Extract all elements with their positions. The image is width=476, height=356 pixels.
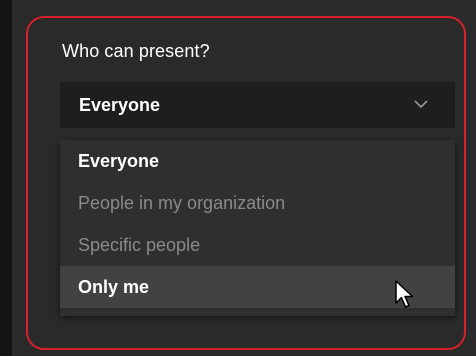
- presenter-dropdown[interactable]: Everyone: [60, 82, 455, 128]
- chevron-down-icon[interactable]: [413, 96, 429, 112]
- menu-item-people-in-my-organization[interactable]: People in my organization: [60, 182, 455, 224]
- who-can-present-label: Who can present?: [62, 41, 210, 61]
- menu-item-label: Specific people: [78, 234, 201, 255]
- menu-item-everyone[interactable]: Everyone: [60, 140, 455, 182]
- menu-item-specific-people[interactable]: Specific people: [60, 224, 455, 266]
- window-edge: [0, 0, 12, 356]
- mouse-pointer-icon: [395, 280, 414, 308]
- menu-item-label: People in my organization: [78, 192, 286, 213]
- menu-item-label: Only me: [78, 276, 150, 297]
- screenshot-frame: Who can present? Everyone Everyone Peopl…: [0, 0, 476, 356]
- dropdown-selected-value: Everyone: [79, 94, 161, 115]
- menu-item-label: Everyone: [78, 150, 160, 171]
